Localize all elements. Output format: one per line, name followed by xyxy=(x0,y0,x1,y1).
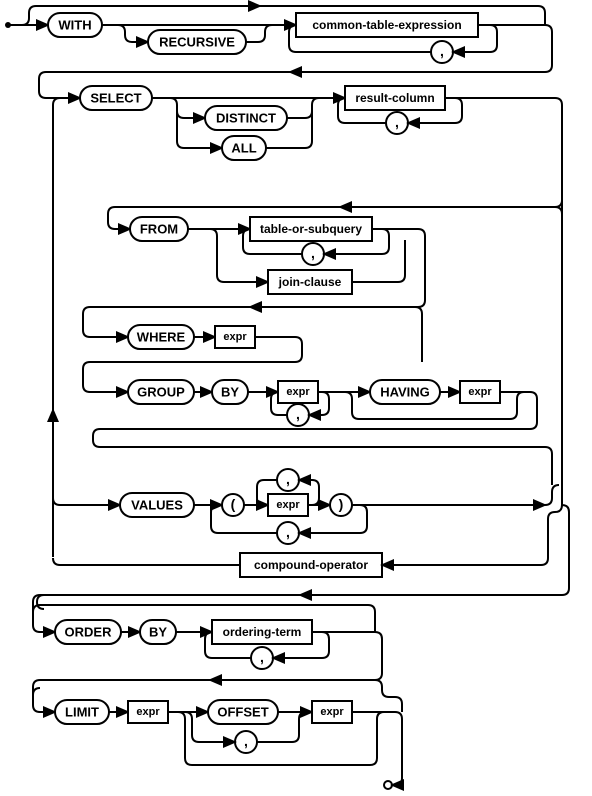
subrule-join-clause-label: join-clause xyxy=(278,275,342,289)
terminal-rparen-label: ) xyxy=(339,496,344,512)
rail xyxy=(415,307,422,362)
terminal-comma-label: , xyxy=(260,649,264,665)
terminal-lparen-label: ( xyxy=(231,496,236,512)
keyword-all-label: ALL xyxy=(231,141,256,156)
rail xyxy=(53,558,240,565)
terminal-comma-label: , xyxy=(311,245,315,261)
rail xyxy=(178,712,384,765)
rail xyxy=(555,207,562,307)
subrule-expr-label: expr xyxy=(286,386,310,398)
keyword-by-label: BY xyxy=(221,385,239,400)
subrule-result-column-label: result-column xyxy=(355,91,434,105)
rail xyxy=(83,307,128,337)
rail xyxy=(555,98,562,492)
keyword-select-label: SELECT xyxy=(90,91,141,106)
keyword-group-label: GROUP xyxy=(137,385,185,400)
end-marker xyxy=(384,781,392,789)
rail xyxy=(352,240,405,282)
subrule-table-or-subquery-label: table-or-subquery xyxy=(260,222,362,236)
subrule-ordering-term-label: ordering-term xyxy=(223,625,302,639)
rail xyxy=(53,98,60,557)
keyword-where-label: WHERE xyxy=(137,330,186,345)
subrule-expr-label: expr xyxy=(136,706,160,718)
terminal-comma-label: , xyxy=(440,43,444,59)
keyword-distinct-label: DISTINCT xyxy=(216,111,276,126)
terminal-comma-label: , xyxy=(244,733,248,749)
terminal-comma-label: , xyxy=(296,406,300,422)
keyword-by-label: BY xyxy=(149,625,167,640)
terminal-comma-label: , xyxy=(395,114,399,130)
subrule-cte-label: common-table-expression xyxy=(312,18,461,32)
subrule-expr-label: expr xyxy=(320,706,344,718)
rail xyxy=(90,337,302,362)
rail xyxy=(118,25,148,42)
keyword-offset-label: OFFSET xyxy=(217,705,268,720)
rail xyxy=(246,25,272,42)
terminal-comma-label: , xyxy=(286,471,290,487)
rail xyxy=(375,680,389,697)
rail xyxy=(93,429,552,485)
terminal-comma-label: , xyxy=(286,524,290,540)
keyword-recursive-label: RECURSIVE xyxy=(159,35,235,50)
subrule-expr-label: expr xyxy=(276,499,300,511)
keyword-values-label: VALUES xyxy=(131,498,183,513)
keyword-from-label: FROM xyxy=(140,222,178,237)
rail xyxy=(287,98,319,118)
rail xyxy=(53,480,120,505)
keyword-order-label: ORDER xyxy=(65,625,113,640)
keyword-limit-label: LIMIT xyxy=(65,705,99,720)
rail xyxy=(170,98,205,118)
keyword-having-label: HAVING xyxy=(380,385,430,400)
rail xyxy=(83,362,128,392)
rail xyxy=(37,595,44,609)
rail xyxy=(382,485,562,565)
subrule-expr-label: expr xyxy=(223,331,247,343)
rail xyxy=(545,485,559,505)
subrule-compound-operator-label: compound-operator xyxy=(254,558,368,572)
subrule-expr-label: expr xyxy=(468,386,492,398)
rail xyxy=(33,688,40,695)
rail xyxy=(389,697,402,712)
rail xyxy=(392,712,402,785)
keyword-with-label: WITH xyxy=(58,18,91,33)
